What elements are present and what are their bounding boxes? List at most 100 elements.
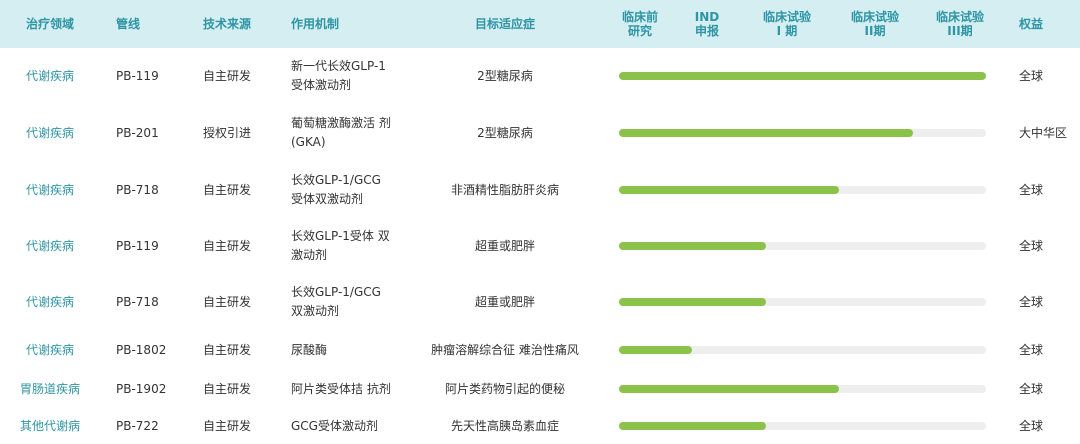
cell-rights: 全球	[1019, 218, 1079, 274]
cell-source: 自主研发	[203, 162, 283, 218]
cell-mechanism-text: 尿酸酶	[291, 342, 328, 357]
cell-indication: 2型糖尿病	[420, 48, 590, 104]
cell-mechanism-text: GCG受体激动剂	[291, 418, 378, 433]
cell-source-text: 自主研发	[203, 182, 252, 197]
cell-rights: 全球	[1019, 162, 1079, 218]
cell-area: 代谢疾病	[0, 162, 100, 218]
cell-pipeline-text: PB-718	[116, 182, 159, 197]
cell-pipeline-text: PB-201	[116, 125, 159, 140]
header-pipeline: 管线	[116, 17, 141, 31]
cell-rights-text: 全球	[1019, 182, 1044, 197]
cell-area-text: 代谢疾病	[25, 294, 74, 309]
cell-rights: 全球	[1019, 370, 1079, 408]
header-stage-ind: IND 申报	[694, 10, 720, 38]
cell-mechanism-text: 阿片类受体拮 抗剂	[291, 381, 391, 396]
cell-rights: 全球	[1019, 274, 1079, 330]
progress-fill	[619, 186, 840, 194]
cell-area-text: 代谢疾病	[25, 182, 74, 197]
cell-mechanism: 尿酸酶	[291, 330, 421, 370]
cell-rights: 全球	[1019, 408, 1079, 444]
cell-mechanism-text: 长效GLP-1/GCG 受体双激动剂	[291, 173, 381, 206]
cell-area-text: 代谢疾病	[25, 125, 74, 140]
cell-indication: 非酒精性脂肪肝炎病	[420, 162, 590, 218]
progress-track	[619, 422, 986, 430]
cell-pipeline-text: PB-718	[116, 294, 159, 309]
cell-source-text: 自主研发	[203, 342, 252, 357]
cell-mechanism: 长效GLP-1/GCG 双激动剂	[291, 274, 421, 330]
cell-rights: 全球	[1019, 330, 1079, 370]
cell-mechanism: 长效GLP-1受体 双 激动剂	[291, 218, 421, 274]
cell-pipeline: PB-119	[116, 218, 196, 274]
cell-source: 自主研发	[203, 370, 283, 408]
progress-track	[619, 186, 986, 194]
cell-indication-text: 先天性高胰岛素血症	[450, 418, 559, 433]
cell-indication-text: 超重或肥胖	[474, 238, 535, 253]
cell-pipeline: PB-718	[116, 162, 196, 218]
cell-rights-text: 全球	[1019, 342, 1044, 357]
cell-mechanism-text: 长效GLP-1/GCG 双激动剂	[291, 285, 381, 318]
cell-rights-text: 全球	[1019, 238, 1044, 253]
progress-fill	[619, 242, 766, 250]
cell-area-text: 其他代谢病	[19, 418, 80, 433]
cell-source: 授权引进	[203, 104, 283, 162]
cell-pipeline: PB-1902	[116, 370, 196, 408]
cell-source-text: 自主研发	[203, 381, 252, 396]
cell-source-text: 自主研发	[203, 294, 252, 309]
cell-area: 代谢疾病	[0, 104, 100, 162]
header-stage-phase3: 临床试验 III期	[935, 10, 984, 38]
cell-pipeline: PB-718	[116, 274, 196, 330]
cell-indication-text: 超重或肥胖	[474, 294, 535, 309]
progress-fill	[619, 298, 766, 306]
cell-source-text: 自主研发	[203, 418, 252, 433]
progress-track	[619, 385, 986, 393]
cell-area: 代谢疾病	[0, 48, 100, 104]
header-indication: 目标适应症	[474, 17, 535, 31]
table-row: 代谢疾病 PB-119 自主研发 新一代长效GLP-1 受体激动剂 2型糖尿病 全球	[0, 48, 1080, 104]
cell-pipeline-text: PB-722	[116, 418, 159, 433]
progress-track	[619, 298, 986, 306]
cell-pipeline-text: PB-119	[116, 68, 159, 83]
cell-rights-text: 全球	[1019, 418, 1044, 433]
cell-area: 胃肠道疾病	[0, 370, 100, 408]
header-stage-phase1: 临床试验 I 期	[762, 10, 811, 38]
cell-source: 自主研发	[203, 330, 283, 370]
cell-indication-text: 2型糖尿病	[477, 68, 533, 83]
cell-rights-text: 全球	[1019, 381, 1044, 396]
cell-rights-text: 全球	[1019, 68, 1044, 83]
table-row: 代谢疾病 PB-119 自主研发 长效GLP-1受体 双 激动剂 超重或肥胖 全球	[0, 218, 1080, 274]
cell-source: 自主研发	[203, 408, 283, 444]
cell-indication: 肿瘤溶解综合征 难治性痛风	[420, 330, 590, 370]
cell-area-text: 代谢疾病	[25, 68, 74, 83]
cell-indication-text: 阿片类药物引起的便秘	[444, 381, 565, 396]
progress-track	[619, 242, 986, 250]
cell-area-text: 代谢疾病	[25, 238, 74, 253]
header-stage-phase2: 临床试验 II期	[850, 10, 899, 38]
cell-area-text: 胃肠道疾病	[19, 381, 80, 396]
cell-pipeline-text: PB-1902	[116, 381, 167, 396]
header-mechanism: 作用机制	[291, 17, 340, 31]
pipeline-table: 治疗领域 管线 技术来源 作用机制 目标适应症 临床前 研究 IND 申报 临床…	[0, 0, 1080, 444]
cell-pipeline: PB-119	[116, 48, 196, 104]
cell-source-text: 自主研发	[203, 68, 252, 83]
table-header: 治疗领域 管线 技术来源 作用机制 目标适应症 临床前 研究 IND 申报 临床…	[0, 0, 1080, 48]
progress-track	[619, 129, 986, 137]
table-row: 代谢疾病 PB-1802 自主研发 尿酸酶 肿瘤溶解综合征 难治性痛风 全球	[0, 330, 1080, 370]
cell-mechanism: 新一代长效GLP-1 受体激动剂	[291, 48, 421, 104]
table-row: 胃肠道疾病 PB-1902 自主研发 阿片类受体拮 抗剂 阿片类药物引起的便秘 全球	[0, 370, 1080, 408]
cell-indication: 阿片类药物引起的便秘	[420, 370, 590, 408]
header-area: 治疗领域	[25, 17, 74, 31]
cell-source: 自主研发	[203, 218, 283, 274]
cell-area: 代谢疾病	[0, 218, 100, 274]
table-row: 代谢疾病 PB-718 自主研发 长效GLP-1/GCG 双激动剂 超重或肥胖 全球	[0, 274, 1080, 330]
progress-fill	[619, 422, 766, 430]
progress-track	[619, 346, 986, 354]
cell-area: 代谢疾病	[0, 274, 100, 330]
cell-source-text: 自主研发	[203, 238, 252, 253]
cell-mechanism: GCG受体激动剂	[291, 408, 421, 444]
cell-pipeline: PB-201	[116, 104, 196, 162]
cell-area: 代谢疾病	[0, 330, 100, 370]
cell-mechanism: 阿片类受体拮 抗剂	[291, 370, 421, 408]
cell-area: 其他代谢病	[0, 408, 100, 444]
cell-mechanism-text: 长效GLP-1受体 双 激动剂	[291, 229, 390, 262]
progress-track	[619, 72, 986, 80]
